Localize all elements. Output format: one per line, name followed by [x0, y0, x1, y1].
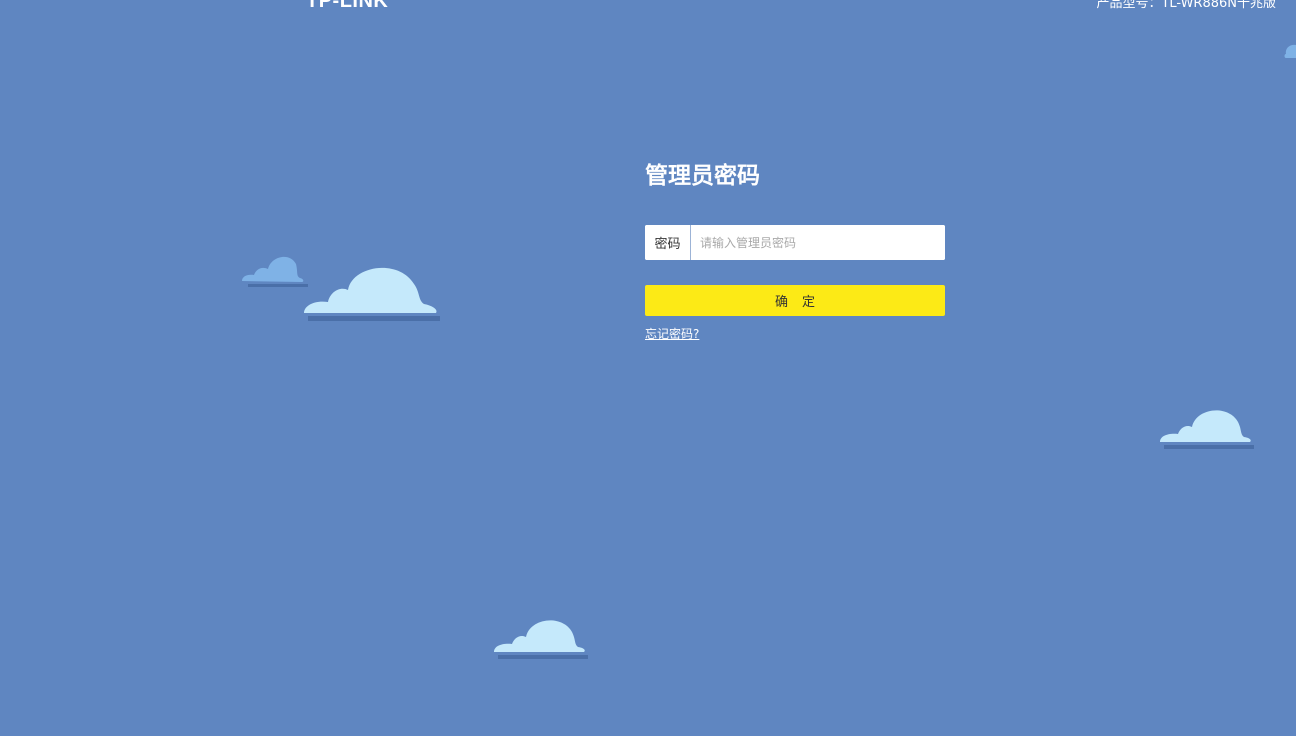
tp-link-logo: TP-LINK [306, 0, 389, 12]
login-page: TP-LINK 产品型号：TL-WR886N千兆版 管理员密码 密码 确定 忘记… [0, 0, 1296, 736]
cloud-icon [1160, 410, 1254, 449]
cloud-icon [242, 256, 308, 287]
login-title: 管理员密码 [645, 163, 760, 189]
password-input[interactable] [691, 225, 945, 260]
cloud-icon [1284, 44, 1296, 58]
password-field-row: 密码 [645, 225, 945, 260]
confirm-button[interactable]: 确定 [645, 285, 945, 316]
forgot-password-link[interactable]: 忘记密码? [645, 325, 699, 342]
password-label: 密码 [645, 225, 691, 260]
cloud-icon [494, 620, 588, 659]
login-form: 管理员密码 密码 确定 忘记密码? [645, 160, 945, 342]
product-model-text: 产品型号：TL-WR886N千兆版 [1096, 0, 1276, 11]
cloud-icon [304, 267, 440, 321]
